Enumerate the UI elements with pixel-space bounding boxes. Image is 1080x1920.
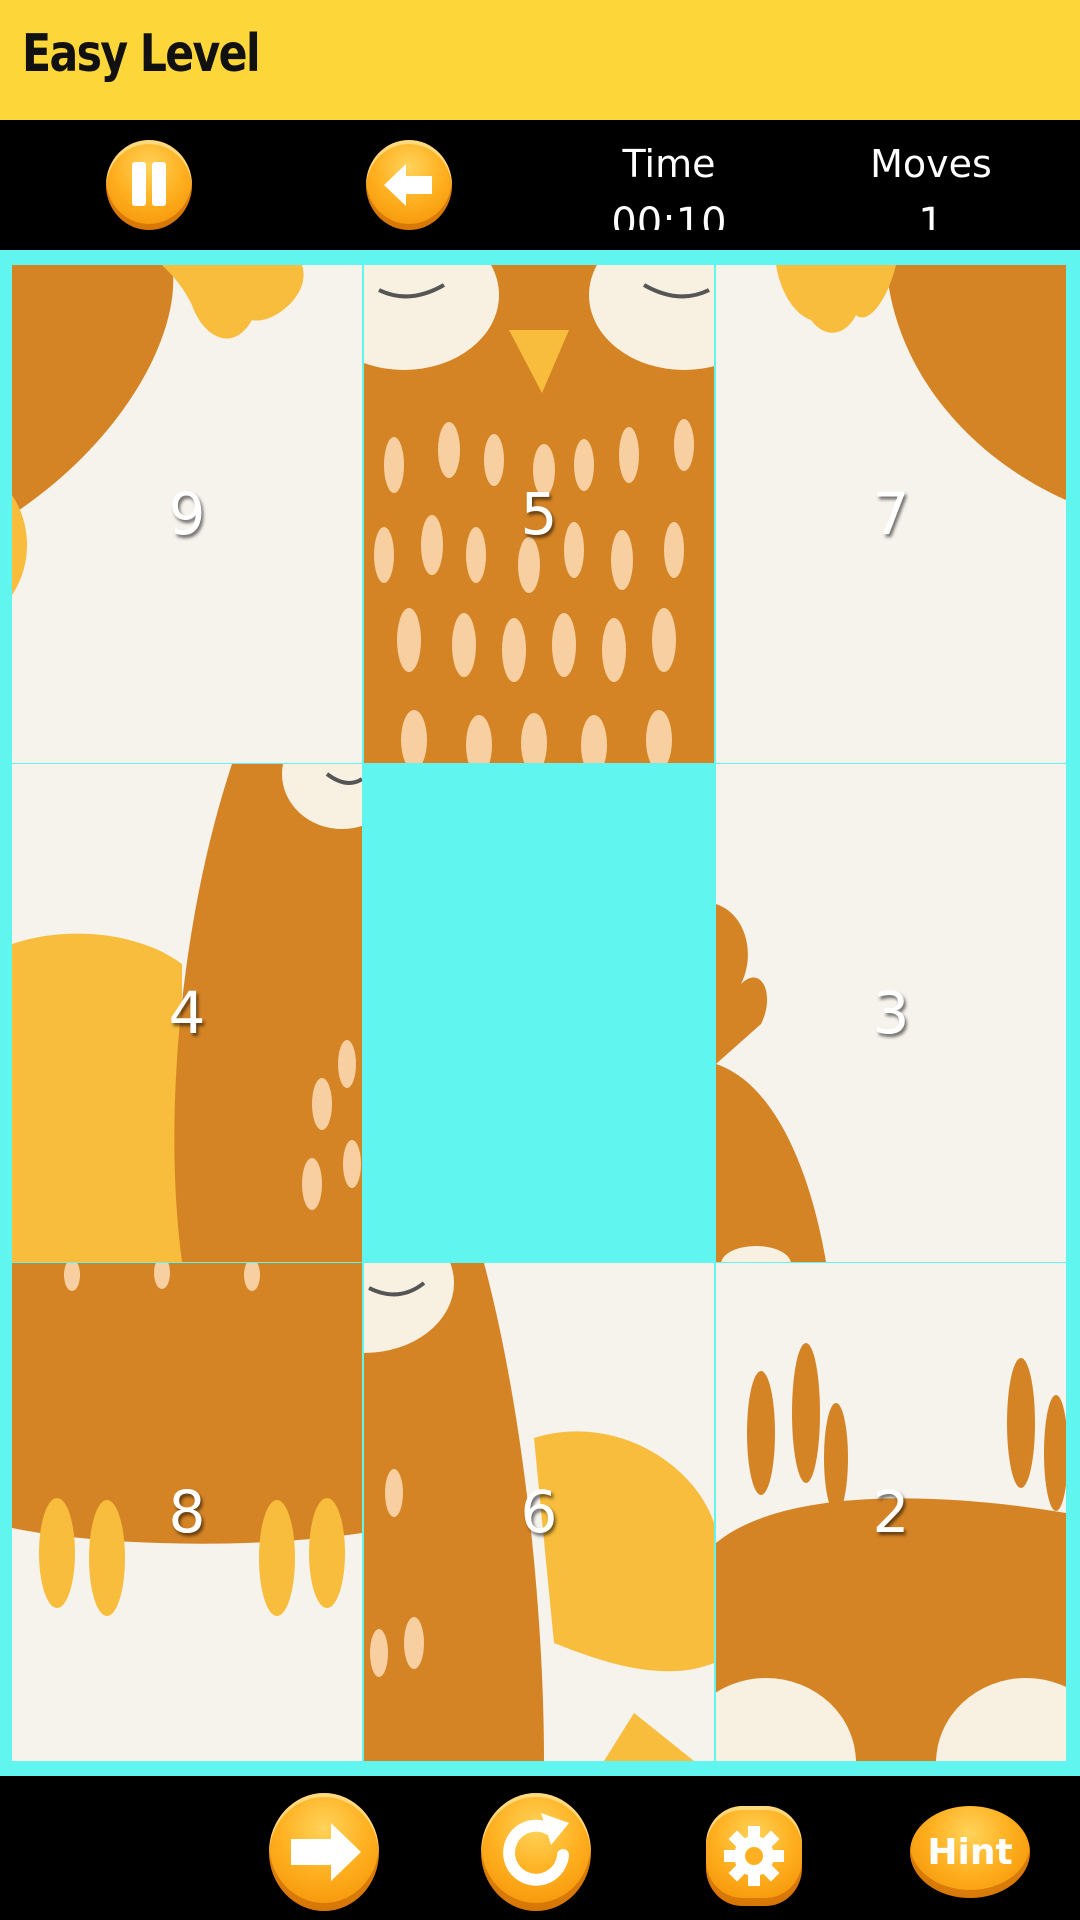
pause-button[interactable] [106, 140, 192, 230]
puzzle-tile[interactable]: 3 [716, 764, 1066, 1262]
time-value: 00:10 [611, 200, 727, 230]
restart-icon [503, 1813, 569, 1886]
tile-number: 9 [168, 480, 206, 548]
puzzle-board: 9 5 7 4 3 8 6 2 [0, 250, 1080, 1776]
restart-button[interactable] [481, 1793, 591, 1911]
hint-button[interactable]: Hint [910, 1806, 1030, 1898]
puzzle-tile[interactable]: 2 [716, 1263, 1066, 1761]
settings-button[interactable] [706, 1806, 802, 1906]
tile-number: 2 [872, 1478, 910, 1546]
tile-number: 8 [168, 1478, 206, 1546]
arrow-left-icon [384, 164, 432, 206]
tile-number: 7 [872, 480, 910, 548]
tile-number: 6 [520, 1478, 558, 1546]
gear-icon [724, 1826, 784, 1886]
puzzle-tile[interactable]: 8 [12, 1263, 362, 1761]
arrow-right-icon [291, 1823, 361, 1881]
puzzle-tile[interactable]: 4 [12, 764, 362, 1262]
empty-slot [364, 764, 714, 1262]
tile-number: 3 [872, 979, 910, 1047]
level-title: Easy Level [22, 24, 261, 84]
moves-value: 1 [918, 200, 944, 230]
tile-number: 5 [520, 480, 558, 548]
puzzle-tile[interactable]: 7 [716, 265, 1066, 763]
time-label: Time [622, 142, 716, 186]
level-header: Easy Level [0, 0, 1080, 120]
tile-number: 4 [168, 979, 206, 1047]
moves-label: Moves [870, 142, 992, 186]
back-button[interactable] [366, 140, 452, 230]
puzzle-tile[interactable]: 6 [364, 1263, 714, 1761]
next-button[interactable] [269, 1793, 379, 1911]
puzzle-tile[interactable]: 9 [12, 265, 362, 763]
puzzle-tile[interactable]: 5 [364, 265, 714, 763]
